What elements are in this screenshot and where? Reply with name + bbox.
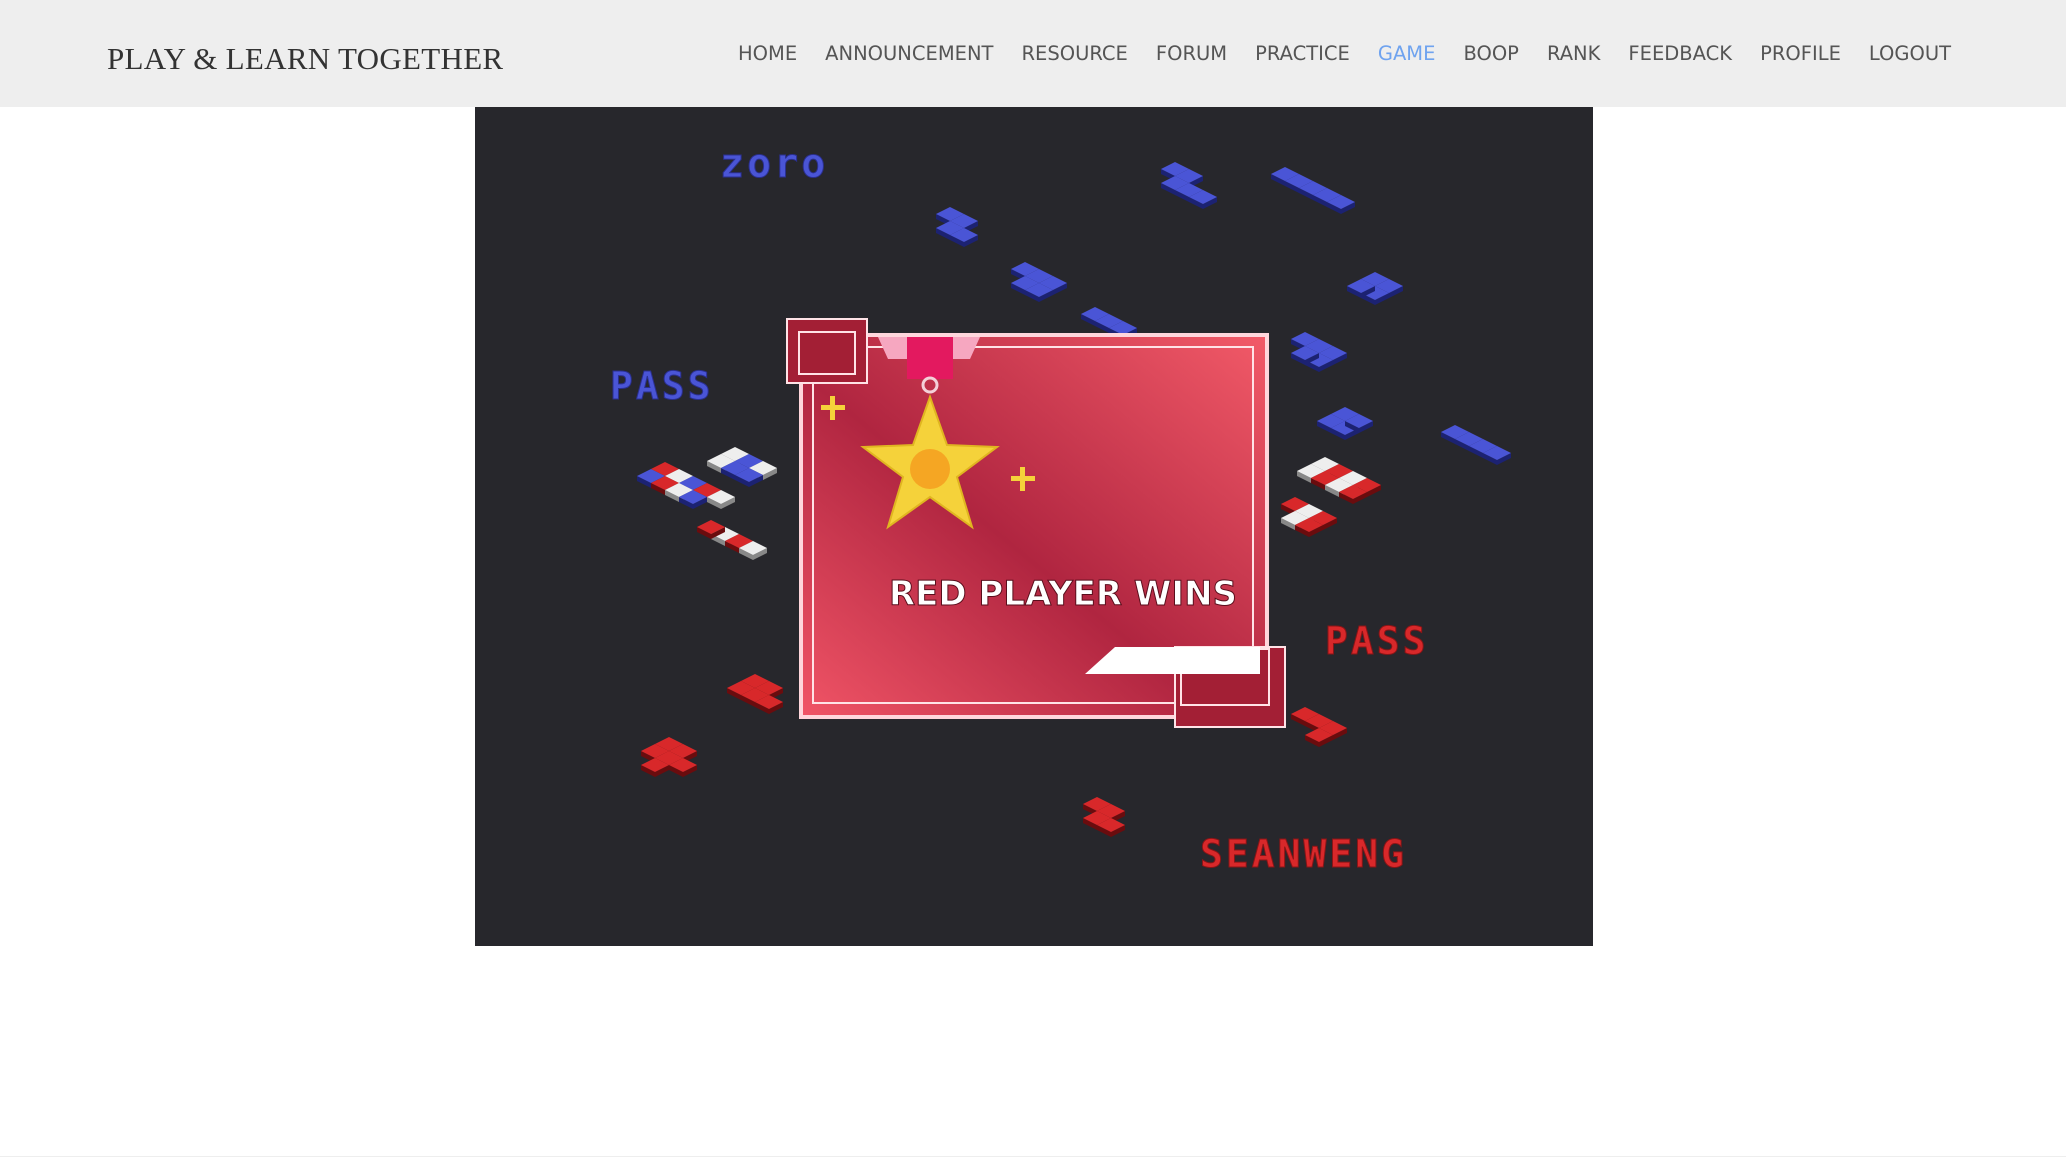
nav-logout[interactable]: LOGOUT bbox=[1855, 42, 1965, 65]
brand-title[interactable]: PLAY & LEARN TOGETHER bbox=[107, 0, 503, 117]
nav-resource[interactable]: RESOURCE bbox=[1007, 42, 1141, 65]
nav-game[interactable]: GAME bbox=[1364, 42, 1450, 65]
bottom-divider bbox=[0, 1156, 2066, 1157]
nav-feedback[interactable]: FEEDBACK bbox=[1614, 42, 1746, 65]
ribbon-center bbox=[907, 337, 953, 379]
red-pass-label[interactable]: PASS bbox=[1325, 619, 1429, 664]
nav-home[interactable]: HOME bbox=[724, 42, 811, 65]
game-canvas[interactable]: zoro PASS PASS SEANWENG RED PLAYER WINS bbox=[475, 107, 1593, 946]
nav-forum[interactable]: FORUM bbox=[1142, 42, 1241, 65]
nav-profile[interactable]: PROFILE bbox=[1746, 42, 1855, 65]
winner-card: RED PLAYER WINS bbox=[786, 318, 1286, 728]
game-board-svg: zoro PASS PASS SEANWENG RED PLAYER WINS bbox=[610, 141, 1511, 877]
nav-practice[interactable]: PRACTICE bbox=[1241, 42, 1364, 65]
blue-player-name: zoro bbox=[720, 141, 828, 187]
red-player-name: SEANWENG bbox=[1200, 832, 1407, 876]
nav-announcement[interactable]: ANNOUNCEMENT bbox=[811, 42, 1007, 65]
main-nav: HOME ANNOUNCEMENT RESOURCE FORUM PRACTIC… bbox=[724, 0, 1965, 107]
nav-boop[interactable]: BOOP bbox=[1449, 42, 1533, 65]
top-navbar: PLAY & LEARN TOGETHER HOME ANNOUNCEMENT … bbox=[0, 0, 2066, 107]
winner-text: RED PLAYER WINS bbox=[889, 574, 1237, 614]
nav-rank[interactable]: RANK bbox=[1533, 42, 1614, 65]
blue-pass-label[interactable]: PASS bbox=[610, 364, 714, 409]
